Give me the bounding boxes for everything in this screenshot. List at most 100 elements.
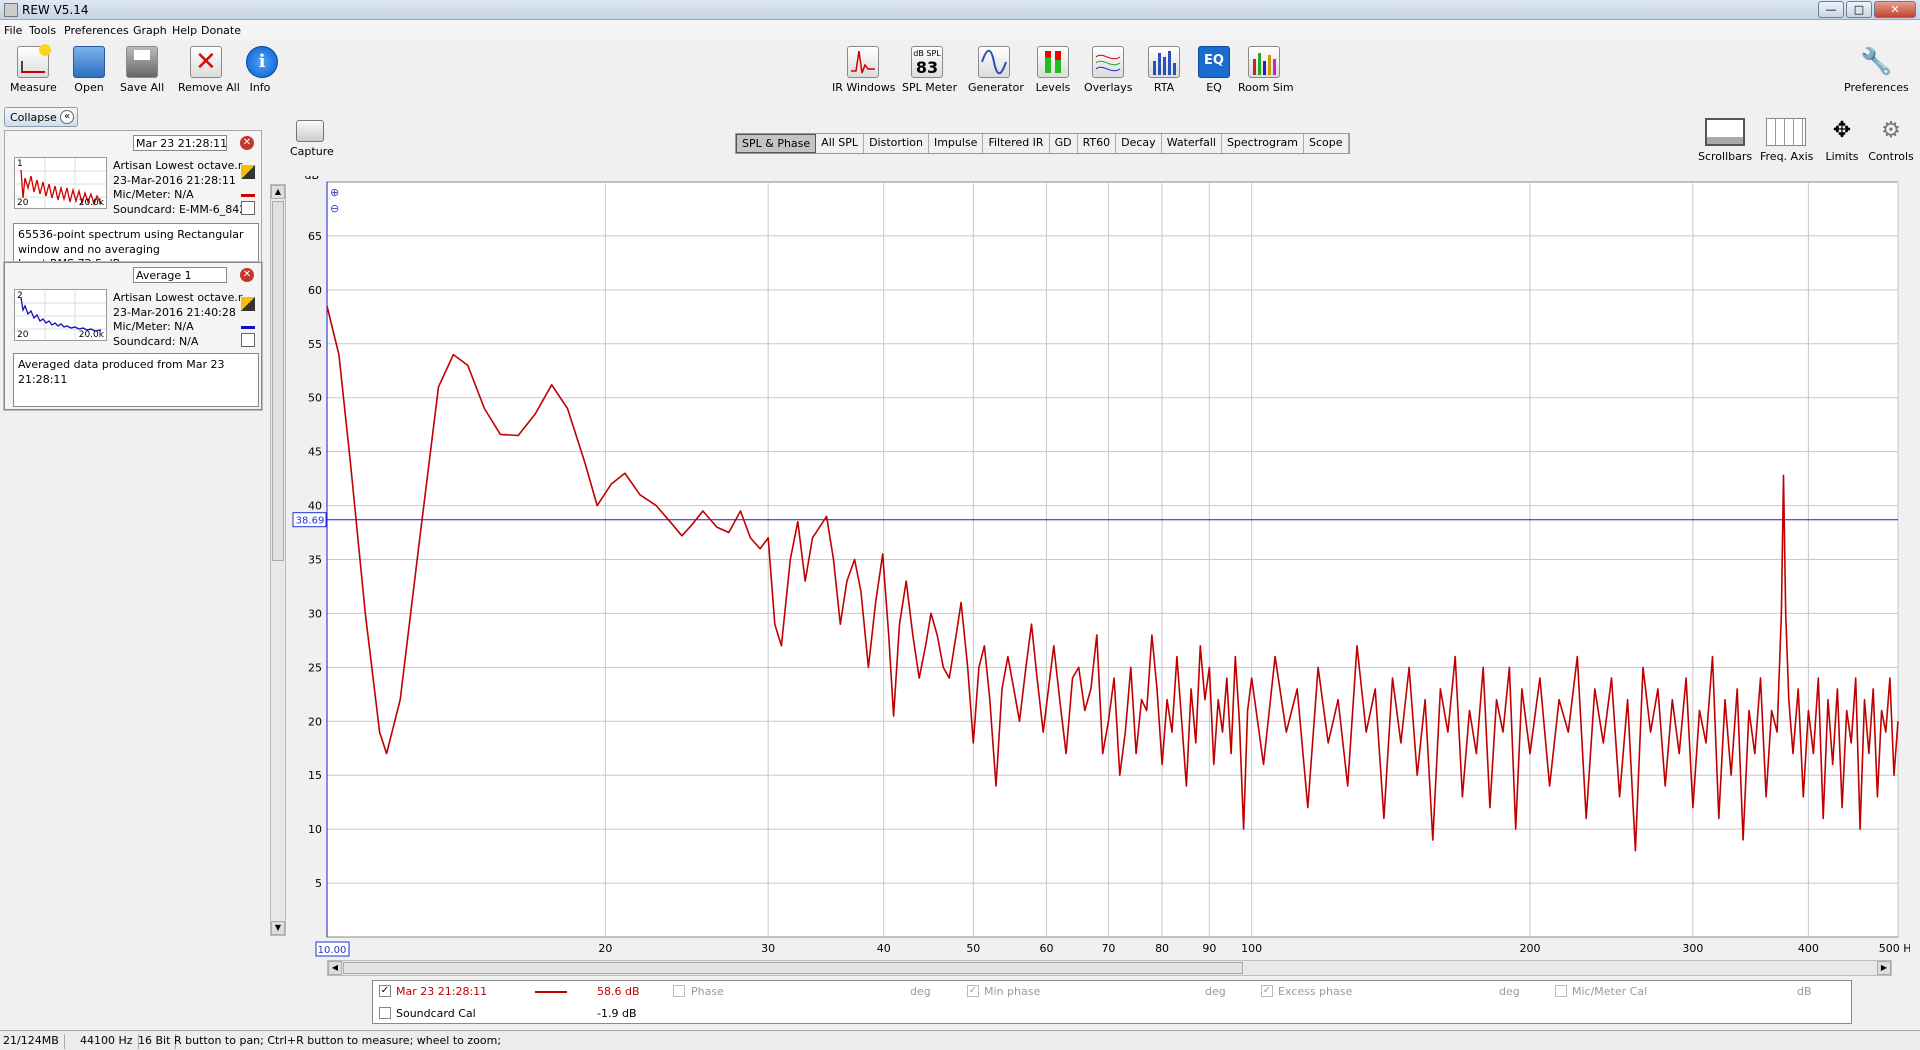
info-button[interactable]: i Info bbox=[246, 46, 278, 94]
tab-spl-phase[interactable]: SPL & Phase bbox=[736, 134, 817, 153]
delete-measurement-icon[interactable]: ✕ bbox=[240, 268, 254, 282]
measure-icon bbox=[17, 44, 51, 78]
main-toolbar: Measure Open Save All ✕ Remove All i Inf… bbox=[0, 40, 1920, 104]
menu-help[interactable]: Help bbox=[172, 24, 197, 37]
levels-button[interactable]: Levels bbox=[1035, 46, 1071, 94]
remove-all-button[interactable]: ✕ Remove All bbox=[178, 46, 240, 94]
generator-button[interactable]: Generator bbox=[968, 46, 1024, 94]
scroll-right-icon[interactable]: ▶ bbox=[1877, 961, 1891, 975]
phase-checkbox[interactable] bbox=[673, 985, 685, 997]
rta-bars-icon bbox=[1148, 46, 1180, 78]
remove-x-icon: ✕ bbox=[190, 46, 222, 78]
measurement-info: Artisan Lowest octave.r 23-Mar-2016 21:4… bbox=[113, 291, 243, 348]
measurement-settings-icon[interactable] bbox=[241, 333, 255, 347]
menu-preferences[interactable]: Preferences bbox=[64, 24, 129, 37]
bit-depth-status: 16 Bit bbox=[138, 1034, 177, 1049]
sample-rate-status: 44100 Hz bbox=[80, 1034, 139, 1049]
measurement-name-field[interactable]: Mar 23 21:28:11 bbox=[133, 135, 227, 151]
delete-measurement-icon[interactable]: ✕ bbox=[240, 136, 254, 150]
line-style-icon[interactable] bbox=[241, 183, 255, 197]
measurement-notes[interactable]: Averaged data produced from Mar 23 21:28… bbox=[13, 353, 259, 407]
y-tick-label: 15 bbox=[308, 769, 322, 782]
measurement-thumbnail[interactable]: 2 20 20.0k bbox=[14, 289, 107, 341]
measurement-settings-icon[interactable] bbox=[241, 201, 255, 215]
tab-rt60[interactable]: RT60 bbox=[1078, 134, 1117, 153]
spl-graph[interactable]: 20 30 40 50 60 70 80 90 100 200 300 400 500 Hz 5 10 15 2… bbox=[290, 176, 1910, 960]
series-checkbox[interactable]: ✓ bbox=[379, 985, 391, 997]
ir-windows-button[interactable]: IR Windows bbox=[832, 46, 896, 94]
soundcard-cal-checkbox[interactable] bbox=[379, 1007, 391, 1019]
x-tick-label: 500 Hz bbox=[1879, 942, 1910, 955]
tab-waterfall[interactable]: Waterfall bbox=[1162, 134, 1222, 153]
tab-gd[interactable]: GD bbox=[1050, 134, 1078, 153]
preferences-button[interactable]: 🔧 Preferences bbox=[1844, 46, 1909, 94]
menu-tools[interactable]: Tools bbox=[29, 24, 56, 37]
tab-filtered-ir[interactable]: Filtered IR bbox=[983, 134, 1050, 153]
tab-impulse[interactable]: Impulse bbox=[929, 134, 984, 153]
soundcard-cal-value: -1.9 dB bbox=[597, 1007, 637, 1020]
gear-icon: ⚙ bbox=[1881, 118, 1901, 143]
excess-phase-checkbox[interactable]: ✓ bbox=[1261, 985, 1273, 997]
scrollbars-button[interactable]: Scrollbars bbox=[1698, 118, 1752, 163]
freq-axis-button[interactable]: Freq. Axis bbox=[1760, 118, 1813, 163]
y-tick-label: 30 bbox=[308, 607, 322, 620]
x-tick-label: 100 bbox=[1241, 942, 1262, 955]
limits-arrows-icon: ✥ bbox=[1832, 118, 1852, 143]
scroll-down-icon[interactable]: ▼ bbox=[271, 921, 285, 935]
series-value: 58.6 dB bbox=[597, 985, 640, 998]
open-button[interactable]: Open bbox=[70, 46, 108, 94]
rta-button[interactable]: RTA bbox=[1148, 46, 1180, 94]
limits-button[interactable]: ✥ Limits bbox=[1822, 118, 1862, 163]
panel-vertical-scrollbar[interactable]: ▲ ▼ bbox=[270, 184, 286, 936]
measurements-panel: Collapse « Mar 23 21:28:11 ✕ 1 20 20.0k … bbox=[0, 104, 290, 936]
measurement-thumbnail[interactable]: 1 20 20.0k bbox=[14, 157, 107, 209]
overlays-icon bbox=[1092, 46, 1124, 78]
eq-button[interactable]: EQ EQ bbox=[1198, 46, 1230, 94]
line-style-icon[interactable] bbox=[241, 315, 255, 329]
min-phase-unit: deg bbox=[1205, 985, 1226, 998]
menu-file[interactable]: File bbox=[4, 24, 22, 37]
y-tick-label: 40 bbox=[308, 500, 322, 513]
color-picker-icon[interactable] bbox=[241, 297, 255, 311]
measurement-name-field[interactable]: Average 1 bbox=[133, 267, 227, 283]
spl-meter-button[interactable]: dB SPL 83 SPL Meter bbox=[902, 46, 957, 94]
series-line-swatch bbox=[535, 991, 567, 993]
y-tick-label: 20 bbox=[308, 715, 322, 728]
graph-horizontal-scrollbar[interactable]: ◀ ▶ bbox=[327, 960, 1892, 976]
controls-button[interactable]: ⚙ Controls bbox=[1868, 118, 1914, 163]
overlays-button[interactable]: Overlays bbox=[1084, 46, 1133, 94]
close-button[interactable]: ✕ bbox=[1874, 1, 1916, 18]
scrollbar-thumb[interactable] bbox=[272, 201, 284, 561]
menu-graph[interactable]: Graph bbox=[133, 24, 167, 37]
camera-icon bbox=[296, 120, 324, 142]
min-phase-checkbox[interactable]: ✓ bbox=[967, 985, 979, 997]
x-tick-label: 300 bbox=[1682, 942, 1703, 955]
tab-all-spl[interactable]: All SPL bbox=[816, 134, 865, 153]
tab-scope[interactable]: Scope bbox=[1304, 134, 1349, 153]
scrollbars-icon bbox=[1705, 118, 1745, 146]
mic-meter-cal-unit: dB bbox=[1797, 985, 1812, 998]
y-tick-label: 35 bbox=[308, 554, 322, 567]
tab-spectrogram[interactable]: Spectrogram bbox=[1222, 134, 1305, 153]
scrollbar-thumb[interactable] bbox=[343, 962, 1243, 974]
x-tick-label: 90 bbox=[1202, 942, 1216, 955]
room-sim-button[interactable]: Room Sim bbox=[1238, 46, 1294, 94]
mic-meter-cal-checkbox[interactable] bbox=[1555, 985, 1567, 997]
measurement-card-2[interactable]: Average 1 ✕ 2 20 20.0k Artisan Lowest oc… bbox=[4, 262, 262, 410]
title-bar: REW V5.14 — □ ✕ bbox=[0, 0, 1920, 20]
tab-decay[interactable]: Decay bbox=[1116, 134, 1162, 153]
scroll-up-icon[interactable]: ▲ bbox=[271, 185, 285, 199]
menu-donate[interactable]: Donate bbox=[201, 24, 241, 37]
color-picker-icon[interactable] bbox=[241, 165, 255, 179]
x-tick-label: 200 bbox=[1520, 942, 1541, 955]
save-all-button[interactable]: Save All bbox=[120, 46, 164, 94]
collapse-button[interactable]: Collapse « bbox=[4, 107, 78, 127]
y-axis-label: dB bbox=[304, 176, 319, 182]
measurement-info: Artisan Lowest octave.r 23-Mar-2016 21:2… bbox=[113, 159, 247, 216]
tab-distortion[interactable]: Distortion bbox=[864, 134, 929, 153]
scroll-left-icon[interactable]: ◀ bbox=[328, 961, 342, 975]
capture-button[interactable]: Capture bbox=[290, 120, 334, 158]
maximize-button[interactable]: □ bbox=[1846, 1, 1872, 18]
measure-button[interactable]: Measure bbox=[10, 44, 57, 94]
minimize-button[interactable]: — bbox=[1818, 1, 1844, 18]
